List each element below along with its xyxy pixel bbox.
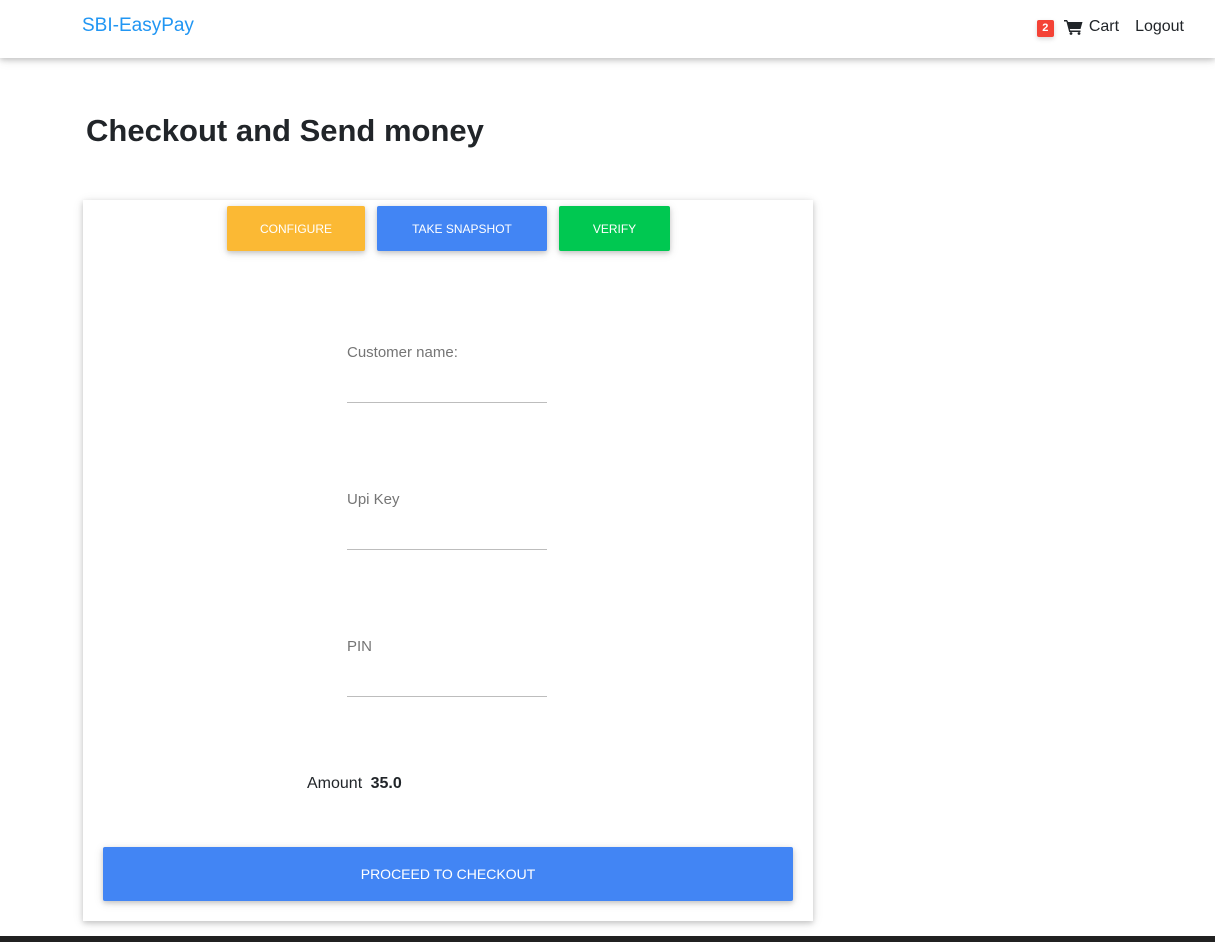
cart-count-badge: 2 <box>1036 20 1054 37</box>
shopping-cart-icon <box>1063 20 1083 35</box>
footer-bar <box>0 936 1215 942</box>
configure-button[interactable]: CONFIGURE <box>227 206 365 251</box>
upi-key-label: Upi Key <box>347 491 400 508</box>
logout-link[interactable]: Logout <box>1135 18 1184 36</box>
amount-label: Amount <box>307 775 363 792</box>
customer-name-group: Customer name: <box>347 344 547 403</box>
customer-name-label: Customer name: <box>347 344 458 361</box>
page-title: Checkout and Send money <box>86 113 484 148</box>
upi-key-input[interactable] <box>347 516 547 550</box>
nav-right-group: 2 Cart Logout <box>1036 15 1184 39</box>
amount-row: Amount 35.0 <box>307 775 402 793</box>
pin-group: PIN <box>347 638 547 697</box>
brand-link[interactable]: SBI-EasyPay <box>82 15 194 37</box>
take-snapshot-button[interactable]: TAKE SNAPSHOT <box>377 206 547 251</box>
pin-label: PIN <box>347 638 373 655</box>
pin-input[interactable] <box>347 663 547 697</box>
cart-link[interactable]: Cart <box>1063 18 1120 36</box>
upi-key-group: Upi Key <box>347 491 547 550</box>
customer-name-input[interactable] <box>347 369 547 403</box>
checkout-card: CONFIGURE TAKE SNAPSHOT VERIFY Customer … <box>83 200 813 921</box>
proceed-to-checkout-button[interactable]: PROCEED TO CHECKOUT <box>103 847 793 901</box>
verify-button[interactable]: VERIFY <box>559 206 670 251</box>
top-navbar: SBI-EasyPay 2 Cart Logout <box>0 0 1215 58</box>
amount-value: 35.0 <box>370 775 402 792</box>
cart-label: Cart <box>1088 18 1120 35</box>
